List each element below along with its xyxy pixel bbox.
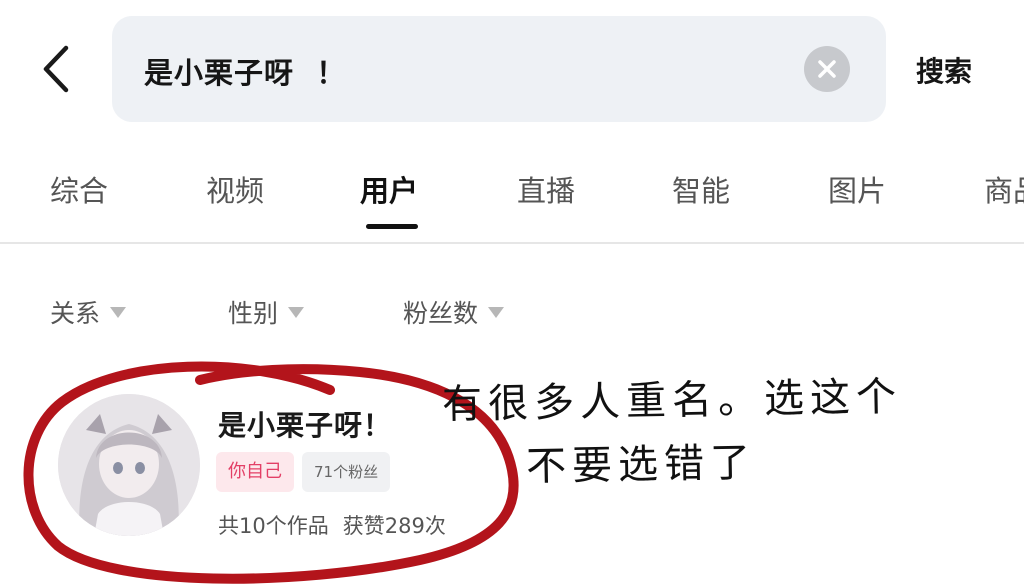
- annotation-line-1: 有很多人重名。选这个: [441, 373, 903, 429]
- filter-bar: 关系 性别 粉丝数: [0, 290, 1024, 334]
- tab-products[interactable]: 商品: [984, 168, 1024, 210]
- user-stats: 共10个作品 获赞289次: [218, 510, 446, 540]
- caret-down-icon: [288, 306, 305, 318]
- filter-relation[interactable]: 关系: [50, 294, 127, 330]
- filter-gender-label: 性别: [228, 299, 279, 328]
- search-bar[interactable]: 是小栗子呀 ！: [112, 16, 886, 122]
- active-tab-indicator: [366, 224, 418, 229]
- tab-all[interactable]: 综合: [50, 168, 108, 210]
- tab-smart[interactable]: 智能: [672, 168, 730, 210]
- tab-bar: 综合 视频 用户 直播 智能 图片 商品: [0, 160, 1024, 244]
- caret-down-icon: [110, 306, 127, 318]
- user-name: 是小栗子呀！: [218, 409, 393, 442]
- tab-images[interactable]: 图片: [828, 168, 886, 210]
- followers-badge: 71个粉丝: [302, 452, 391, 492]
- avatar[interactable]: [58, 394, 200, 536]
- likes-count: 获赞289次: [342, 514, 446, 538]
- search-input[interactable]: 是小栗子呀 ！: [144, 50, 346, 92]
- back-button[interactable]: [38, 44, 78, 94]
- clear-search-button[interactable]: [804, 46, 850, 92]
- chevron-left-icon: [43, 45, 69, 93]
- annotation-line-2: 不要选错了: [525, 439, 757, 491]
- tab-users[interactable]: 用户: [360, 168, 418, 210]
- caret-down-icon: [488, 306, 505, 318]
- filter-gender[interactable]: 性别: [228, 294, 305, 330]
- search-button[interactable]: 搜索: [916, 50, 972, 90]
- tab-live[interactable]: 直播: [517, 168, 575, 210]
- self-badge: 你自己: [216, 452, 294, 492]
- filter-followers[interactable]: 粉丝数: [403, 294, 505, 330]
- works-count: 共10个作品: [218, 514, 329, 538]
- tab-videos[interactable]: 视频: [206, 168, 264, 210]
- filter-relation-label: 关系: [50, 299, 101, 328]
- avatar-illustration: [58, 394, 200, 536]
- close-icon: [818, 60, 836, 78]
- filter-followers-label: 粉丝数: [403, 299, 479, 328]
